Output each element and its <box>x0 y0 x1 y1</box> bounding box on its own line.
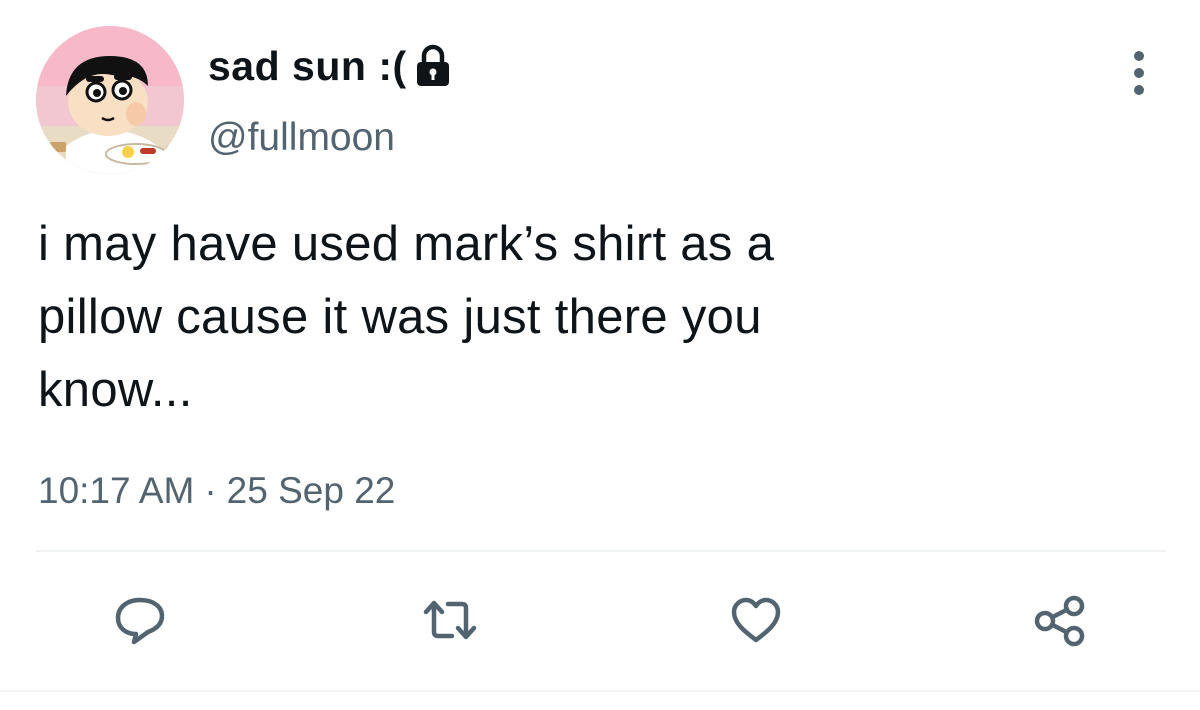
tweet-date: 25 Sep 22 <box>226 470 396 511</box>
tweet-text: i may have used mark’s shirt as a pillow… <box>38 208 1118 427</box>
lock-icon <box>413 43 453 89</box>
user-handle[interactable]: @fullmoon <box>208 116 395 160</box>
display-name-row: sad sun :( <box>208 40 453 92</box>
share-button[interactable] <box>1030 594 1090 648</box>
retweet-button[interactable] <box>420 594 480 648</box>
tweet-text-line: know... <box>38 363 193 417</box>
reply-button[interactable] <box>110 594 170 648</box>
like-button[interactable] <box>726 594 786 648</box>
tweet-text-line: i may have used mark’s shirt as a <box>38 217 775 271</box>
bottom-divider <box>0 690 1200 692</box>
retweet-icon <box>423 600 477 640</box>
tweet: sad sun :( @fullmoon i may have used mar… <box>0 0 1200 710</box>
tweet-text-line: pillow cause it was just there you <box>38 290 762 344</box>
like-icon <box>731 597 781 643</box>
reply-icon <box>115 597 165 645</box>
tweet-timestamp[interactable]: 10:17 AM · 25 Sep 22 <box>38 470 395 512</box>
divider <box>36 550 1166 552</box>
display-name[interactable]: sad sun :( <box>208 43 407 90</box>
avatar-image <box>36 26 184 174</box>
tweet-time: 10:17 AM <box>38 470 195 511</box>
share-icon <box>1034 595 1085 647</box>
avatar[interactable] <box>36 26 184 174</box>
more-options-icon[interactable] <box>1124 48 1154 98</box>
timestamp-separator: · <box>204 470 217 511</box>
